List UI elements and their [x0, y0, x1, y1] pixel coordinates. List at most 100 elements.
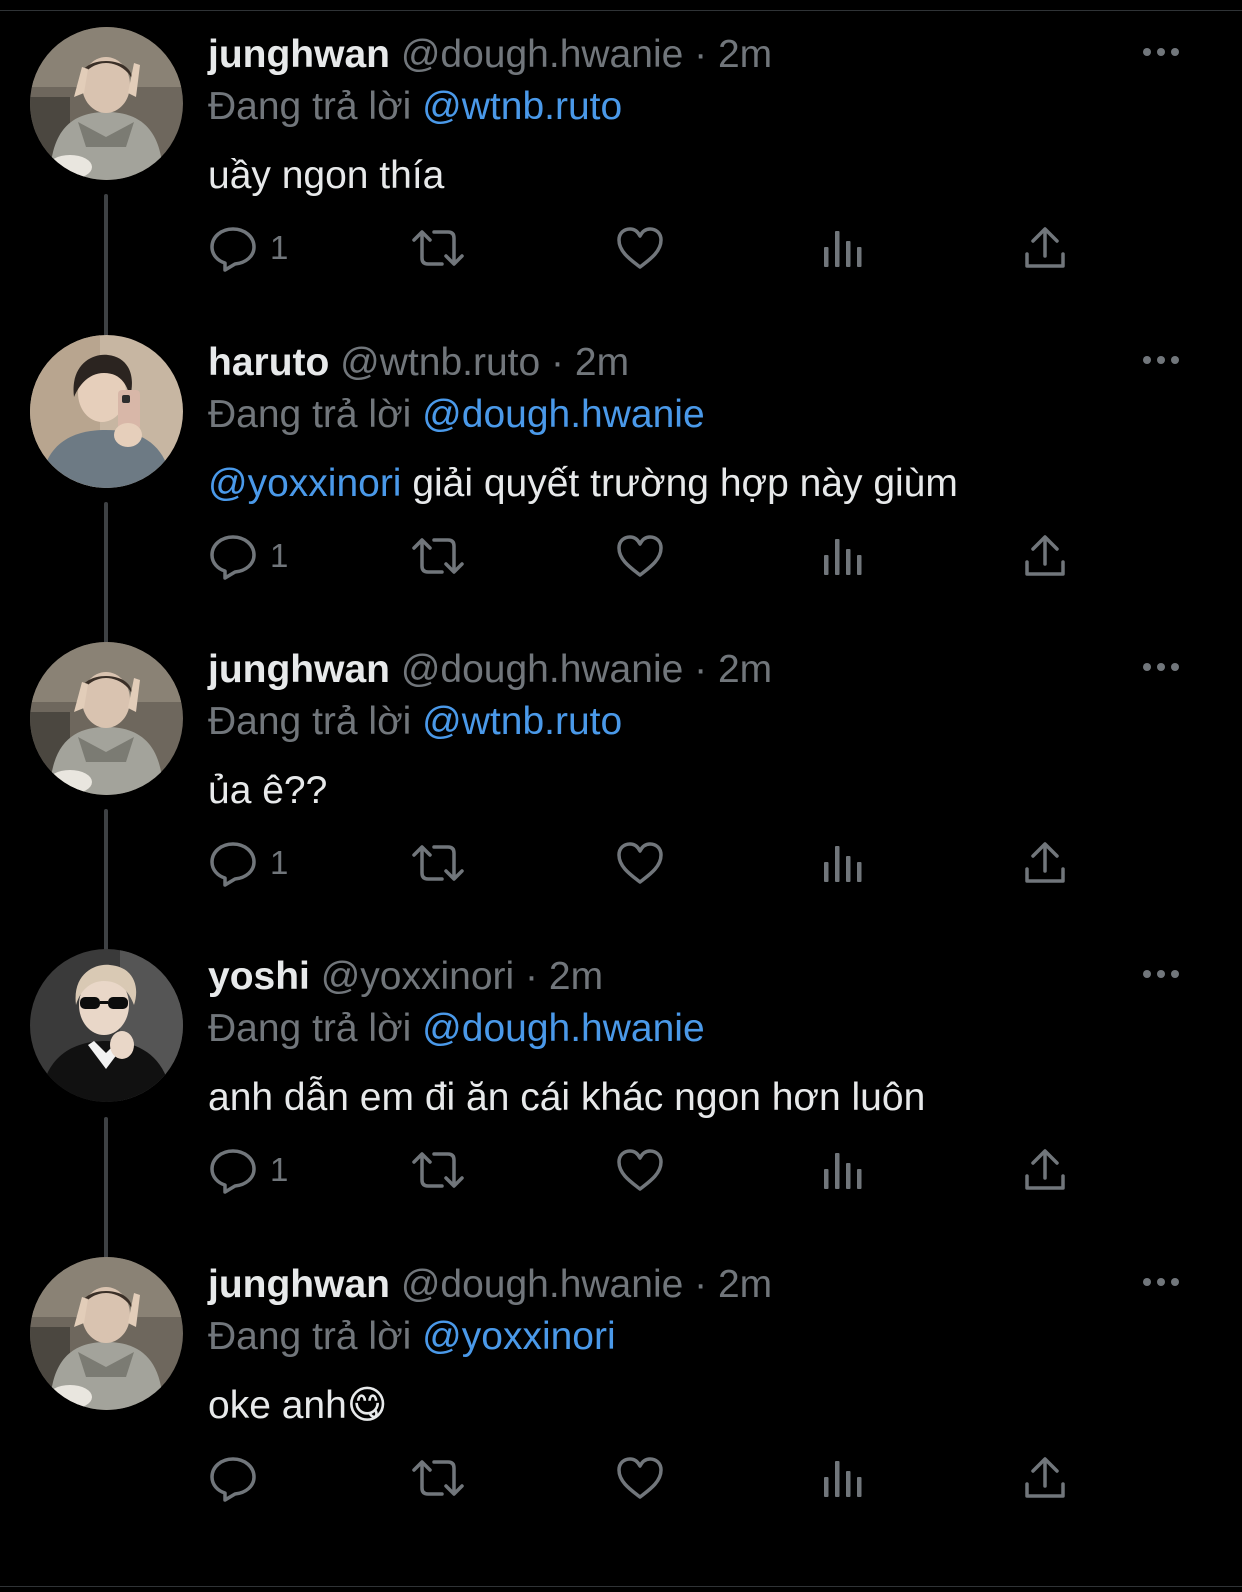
timestamp[interactable]: 2m [549, 955, 603, 998]
tweet[interactable]: junghwan @dough.hwanie · 2m Đang trả lời… [0, 1230, 1242, 1538]
user-handle[interactable]: @yoxxinori [321, 955, 514, 998]
user-handle[interactable]: @dough.hwanie [401, 1263, 683, 1306]
heart-icon [617, 1457, 663, 1499]
display-name[interactable]: junghwan [208, 33, 390, 76]
like-button[interactable] [615, 833, 665, 893]
avatar-junghwan[interactable] [30, 1257, 183, 1410]
share-button[interactable] [1022, 526, 1068, 586]
more-button[interactable] [1140, 44, 1182, 60]
tweet-body: giải quyết trường hợp này giùm [401, 462, 958, 505]
reply-button[interactable]: 1 [208, 218, 288, 278]
replying-to: Đang trả lời @wtnb.ruto [208, 84, 622, 130]
reply-button[interactable]: 1 [208, 1140, 288, 1200]
views-button[interactable] [820, 1140, 866, 1200]
like-button[interactable] [615, 1140, 665, 1200]
more-button[interactable] [1140, 659, 1182, 675]
reply-icon [210, 227, 256, 272]
reply-icon [210, 842, 256, 887]
tweet[interactable]: junghwan @dough.hwanie · 2m Đang trả lời… [0, 615, 1242, 923]
user-handle[interactable]: @wtnb.ruto [340, 341, 540, 384]
tweet-header: junghwan @dough.hwanie · 2m [208, 1262, 772, 1308]
avatar-junghwan[interactable] [30, 27, 183, 180]
tweet-header: junghwan @dough.hwanie · 2m [208, 32, 772, 78]
timestamp[interactable]: 2m [575, 341, 629, 384]
replying-to: Đang trả lời @dough.hwanie [208, 392, 705, 438]
reply-icon [210, 1457, 256, 1502]
replying-to: Đang trả lời @yoxxinori [208, 1314, 616, 1360]
display-name[interactable]: junghwan [208, 1263, 390, 1306]
tweet[interactable]: junghwan @dough.hwanie · 2m Đang trả lời… [0, 0, 1242, 308]
share-button[interactable] [1022, 1448, 1068, 1508]
user-handle[interactable]: @dough.hwanie [401, 33, 683, 76]
display-name[interactable]: junghwan [208, 648, 390, 691]
tweet[interactable]: haruto @wtnb.ruto · 2m Đang trả lời @dou… [0, 308, 1242, 616]
share-icon [1025, 1457, 1065, 1498]
replying-to-handle[interactable]: @wtnb.ruto [422, 85, 622, 128]
timestamp[interactable]: 2m [718, 1263, 772, 1306]
reply-icon [210, 1149, 256, 1194]
reply-button[interactable] [208, 1448, 270, 1508]
retweet-button[interactable] [410, 526, 466, 586]
tweet-header: junghwan @dough.hwanie · 2m [208, 647, 772, 693]
more-icon [1143, 970, 1179, 978]
retweet-icon [412, 1152, 464, 1188]
like-button[interactable] [615, 218, 665, 278]
separator-dot: · [694, 1263, 708, 1306]
replying-to-handle[interactable]: @wtnb.ruto [422, 700, 622, 743]
avatar-junghwan[interactable] [30, 642, 183, 795]
replying-to-label: Đang trả lời [208, 1007, 412, 1050]
retweet-icon [412, 845, 464, 881]
display-name[interactable]: yoshi [208, 955, 310, 998]
replying-to-handle[interactable]: @yoxxinori [422, 1315, 615, 1358]
tweet[interactable]: yoshi @yoxxinori · 2m Đang trả lời @doug… [0, 922, 1242, 1230]
avatar-haruto[interactable] [30, 335, 183, 488]
replying-to-handle[interactable]: @dough.hwanie [422, 393, 704, 436]
more-icon [1143, 663, 1179, 671]
display-name[interactable]: haruto [208, 341, 329, 384]
reply-button[interactable]: 1 [208, 833, 288, 893]
reply-count: 1 [270, 537, 289, 574]
tweet-text: ủa ê?? [208, 768, 327, 814]
share-button[interactable] [1022, 218, 1068, 278]
retweet-icon [412, 1460, 464, 1496]
tweet-text: anh dẫn em đi ăn cái khác ngon hơn luôn [208, 1075, 925, 1121]
heart-icon [617, 535, 663, 577]
views-button[interactable] [820, 526, 866, 586]
timestamp[interactable]: 2m [718, 648, 772, 691]
share-button[interactable] [1022, 1140, 1068, 1200]
retweet-button[interactable] [410, 833, 466, 893]
retweet-button[interactable] [410, 1140, 466, 1200]
tweet-actions: 1 [0, 833, 1242, 893]
replying-to-handle[interactable]: @dough.hwanie [422, 1007, 704, 1050]
tweet-body: ủa ê?? [208, 769, 328, 812]
views-icon [824, 231, 862, 267]
tweet-mention[interactable]: @yoxxinori [208, 462, 401, 505]
reply-count: 1 [270, 844, 289, 881]
tweet-text: @yoxxinori giải quyết trường hợp này giù… [208, 461, 958, 507]
more-button[interactable] [1140, 352, 1182, 368]
replying-to: Đang trả lời @dough.hwanie [208, 1006, 705, 1052]
replying-to-label: Đang trả lời [208, 85, 412, 128]
replying-to-label: Đang trả lời [208, 1315, 412, 1358]
tweet-body: uầy ngon thía [208, 154, 445, 197]
user-handle[interactable]: @dough.hwanie [401, 648, 683, 691]
avatar-yoshi[interactable] [30, 949, 183, 1102]
retweet-button[interactable] [410, 1448, 466, 1508]
timestamp[interactable]: 2m [718, 33, 772, 76]
like-button[interactable] [615, 526, 665, 586]
retweet-button[interactable] [410, 218, 466, 278]
more-button[interactable] [1140, 1274, 1182, 1290]
like-button[interactable] [615, 1448, 665, 1508]
more-button[interactable] [1140, 966, 1182, 982]
share-button[interactable] [1022, 833, 1068, 893]
views-button[interactable] [820, 833, 866, 893]
more-icon [1143, 48, 1179, 56]
more-icon [1143, 1278, 1179, 1286]
reply-button[interactable]: 1 [208, 526, 288, 586]
share-icon [1025, 842, 1065, 883]
views-button[interactable] [820, 1448, 866, 1508]
reply-count: 1 [270, 229, 289, 266]
separator-dot: · [551, 341, 565, 384]
tweet-actions [0, 1448, 1242, 1508]
views-button[interactable] [820, 218, 866, 278]
